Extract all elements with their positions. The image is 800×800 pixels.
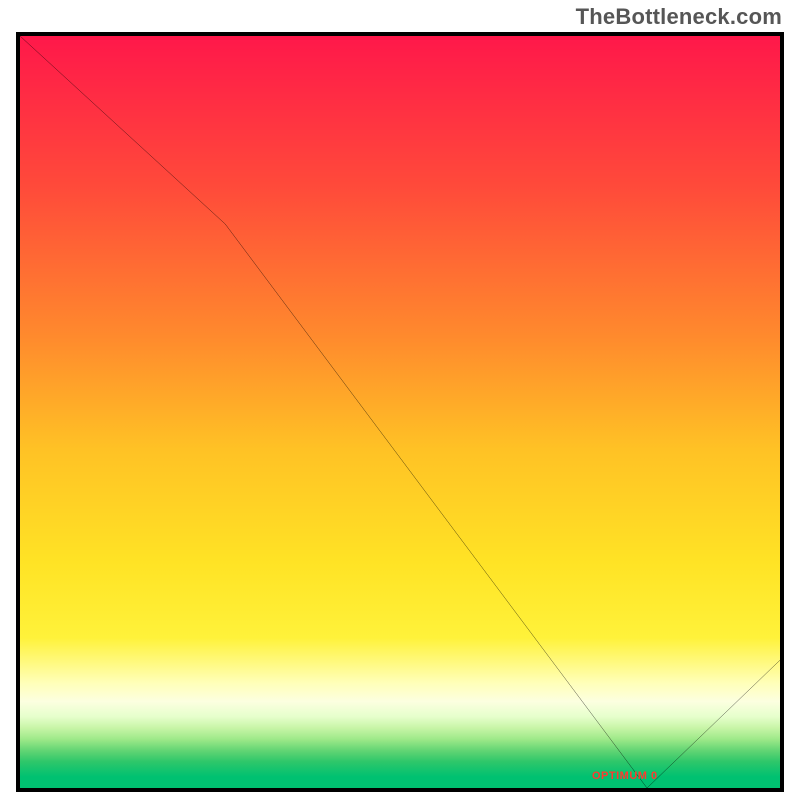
plot-panel: OPTIMUM 0 xyxy=(16,32,784,792)
gradient-background xyxy=(20,36,780,788)
chart-stage: TheBottleneck.com OPTIMUM 0 xyxy=(0,0,800,800)
optimal-marker-label: OPTIMUM 0 xyxy=(592,770,658,782)
attribution-watermark: TheBottleneck.com xyxy=(576,4,782,30)
